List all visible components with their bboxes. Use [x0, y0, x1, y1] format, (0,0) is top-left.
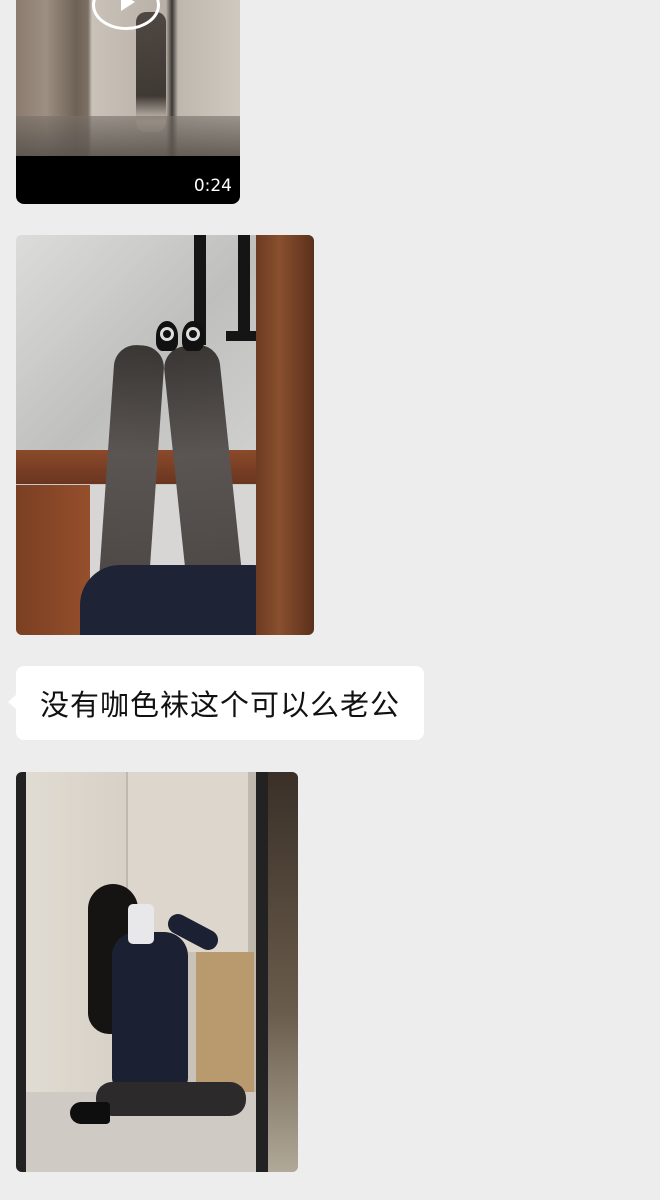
- text-message-bubble[interactable]: 没有咖色袜这个可以么老公: [7, 666, 425, 740]
- video-message[interactable]: 0:24: [16, 0, 240, 204]
- video-duration: 0:24: [193, 176, 232, 196]
- image-message-1[interactable]: [16, 235, 314, 635]
- image-message-2[interactable]: [16, 772, 298, 1172]
- chat-view: 0:24 没有咖色袜这个可以么老公: [0, 0, 660, 1200]
- message-text: 没有咖色袜这个可以么老公: [40, 688, 401, 722]
